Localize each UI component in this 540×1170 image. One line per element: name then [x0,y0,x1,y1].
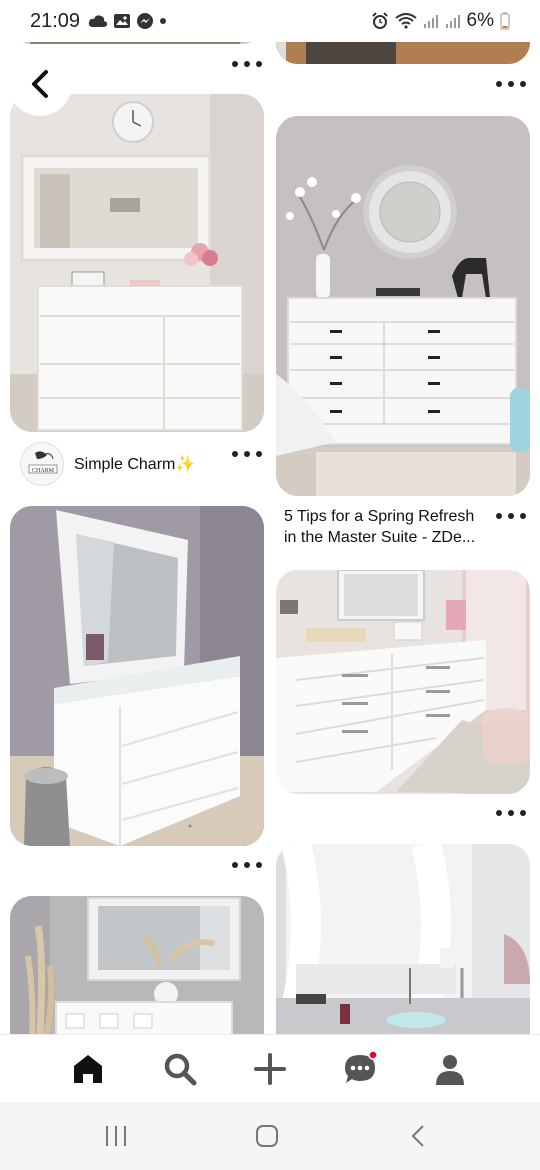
status-bar: 21:09 6% [0,0,540,42]
status-time: 21:09 [30,10,81,32]
image-icon [114,14,130,28]
home-icon [74,1055,102,1083]
more-options-button[interactable] [232,56,262,72]
pin-image-dresser-pampas[interactable] [10,896,264,1034]
signal-icon [445,15,460,28]
pin-image-dresser-tall-mirror[interactable] [10,506,264,846]
alarm-icon [371,12,388,29]
recent-apps-button[interactable] [96,1120,136,1152]
more-options-button[interactable] [496,76,526,92]
status-notification-icons [88,12,167,30]
creator-logo: CHARM [21,443,63,485]
home-square-icon [256,1125,278,1147]
cloud-icon [88,15,108,27]
pin-image-vanity-curtains[interactable] [276,844,530,1034]
pin-photo [276,116,530,496]
pin-feed: CHARM Simple Charm✨ 5 Tips for a Spring … [0,0,540,1034]
pin-image-dresser-mirror[interactable] [10,94,264,432]
nav-create[interactable] [248,1047,292,1091]
back-arrow-icon [32,70,48,98]
nav-messages[interactable] [338,1047,382,1091]
system-navigation-bar [0,1102,540,1170]
recent-apps-icon [106,1126,126,1146]
search-icon [164,1053,197,1086]
battery-icon [500,12,510,30]
wifi-icon [394,13,417,29]
pin-photo [10,506,264,846]
pin-image-dresser-cosmetics[interactable] [276,570,530,794]
nav-home[interactable] [66,1047,110,1091]
pin-photo [276,844,530,1034]
plus-icon [254,1053,286,1085]
more-options-button[interactable] [496,805,526,821]
pin-title[interactable]: 5 Tips for a Spring Refresh in the Maste… [284,506,498,548]
back-system-button[interactable] [398,1120,438,1152]
nav-search[interactable] [158,1047,202,1091]
more-options-button[interactable] [496,508,526,524]
creator-name[interactable]: Simple Charm✨ [74,454,195,474]
back-chevron-icon [411,1125,424,1147]
pin-image-dresser-round-mirror[interactable] [276,116,530,496]
pin-title-line: in the Master Suite - ZDe... [284,529,476,546]
svg-text:CHARM: CHARM [32,468,55,474]
more-options-button[interactable] [232,857,262,873]
battery-percentage: 6% [466,10,494,31]
dot-icon [160,18,166,24]
creator-avatar[interactable]: CHARM [20,442,64,486]
messenger-icon [137,13,153,29]
nav-profile[interactable] [428,1047,472,1091]
pin-photo [10,94,264,432]
creator-row[interactable]: CHARM Simple Charm✨ [20,442,195,486]
chat-icon [345,1051,378,1083]
pin-title-line: 5 Tips for a Spring Refresh [284,508,475,525]
status-right-icons: 6% [371,10,510,32]
home-system-button[interactable] [247,1120,287,1152]
more-options-button[interactable] [232,446,262,462]
signal-icon [423,15,438,28]
pin-photo [10,896,264,1034]
bottom-navigation [0,1034,540,1102]
pin-photo [276,570,530,794]
back-button[interactable] [8,52,72,116]
profile-icon [436,1055,464,1085]
